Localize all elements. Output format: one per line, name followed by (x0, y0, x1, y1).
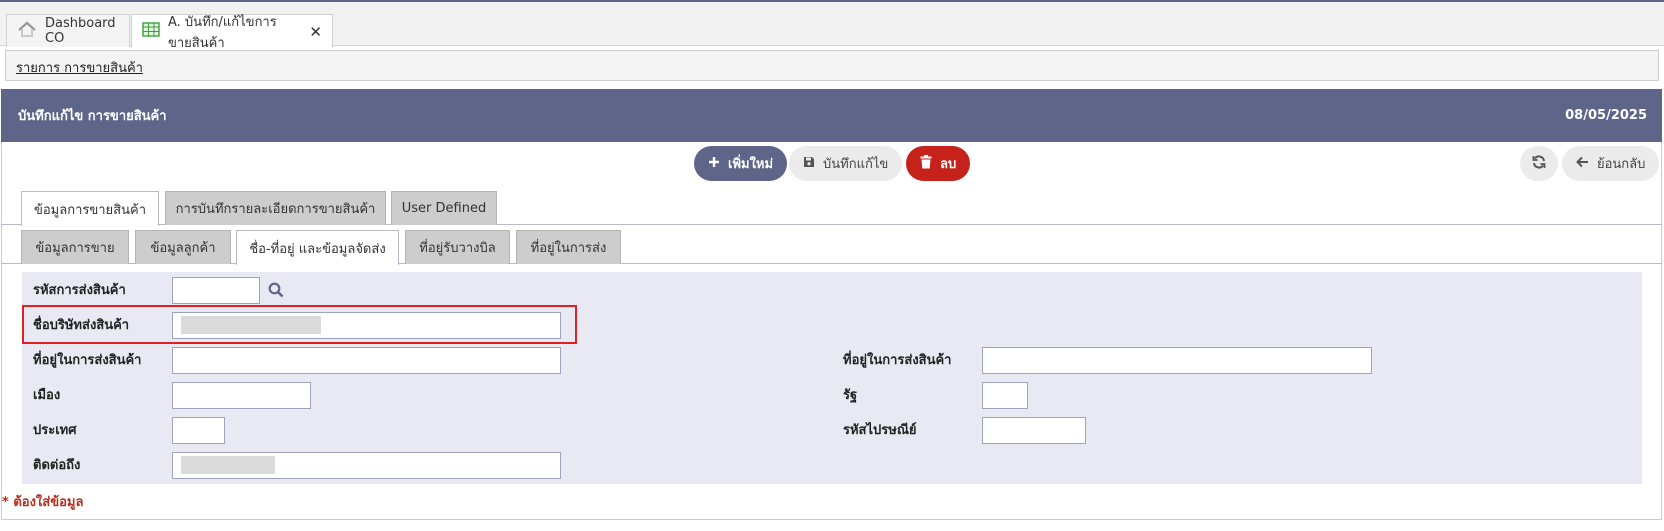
country-input[interactable] (172, 417, 225, 444)
save-edit-button[interactable]: บันทึกแก้ไข (789, 146, 903, 181)
main-tab-strip: ข้อมูลการขายสินค้า การบันทึกรายละเอียดกา… (1, 191, 1662, 226)
plus-icon (708, 156, 720, 172)
tab-sales-detail[interactable]: การบันทึกรายละเอียดการขายสินค้า (165, 191, 386, 225)
postal-code-input[interactable] (982, 417, 1086, 444)
address2-label: ที่อยู่ในการส่งสินค้า (843, 353, 952, 368)
refresh-button[interactable] (1520, 146, 1558, 181)
refresh-icon (1532, 154, 1546, 173)
redacted-value (181, 456, 275, 474)
app-tab-bar: Dashboard CO A. บันทึก/แก้ไขการขายสินค้า… (0, 2, 1664, 51)
redacted-value (181, 316, 321, 334)
state-label: รัฐ (843, 388, 858, 403)
floppy-disk-icon (803, 156, 815, 172)
back-label: ย้อนกลับ (1597, 157, 1646, 172)
tab-sales-data[interactable]: ข้อมูลการขาย (21, 230, 129, 264)
shipping-company-label: ชื่อบริษัทส่งสินค้า (33, 318, 130, 333)
tab-delivery-address[interactable]: ที่อยู่ในการส่ง (516, 230, 621, 264)
contact-label: ติดต่อถึง (33, 458, 81, 473)
address1-input[interactable] (172, 347, 561, 374)
shipping-code-input[interactable] (172, 277, 260, 304)
tab-name-address-shipping[interactable]: ชื่อ-ที่อยู่ และข้อมูลจัดส่ง (236, 230, 399, 265)
breadcrumb-link-sales-list[interactable]: รายการ การขายสินค้า (16, 61, 143, 76)
header-date: 08/05/2025 (1565, 108, 1647, 123)
arrow-left-icon (1576, 156, 1589, 172)
back-button[interactable]: ย้อนกลับ (1562, 146, 1660, 181)
breadcrumb: รายการ การขายสินค้า (5, 50, 1659, 81)
close-icon[interactable]: ✕ (309, 23, 322, 41)
shipping-code-label: รหัสการส่งสินค้า (33, 283, 126, 298)
delete-button[interactable]: ลบ (906, 146, 971, 181)
add-new-button[interactable]: เพิ่มใหม่ (694, 146, 788, 181)
tab-sales-info[interactable]: ข้อมูลการขายสินค้า (21, 191, 159, 226)
tab-dashboard-label: Dashboard CO (45, 16, 116, 46)
panel-header: บันทึกแก้ไข การขายสินค้า 08/05/2025 (1, 89, 1662, 142)
tab-sales-record-label: A. บันทึก/แก้ไขการขายสินค้า (168, 14, 277, 51)
tab-user-defined[interactable]: User Defined (391, 191, 497, 225)
city-label: เมือง (33, 388, 61, 403)
tab-billing-address[interactable]: ที่อยู่รับวางบิล (405, 230, 510, 264)
postal-code-label: รหัสไปรษณีย์ (843, 423, 917, 438)
search-icon[interactable] (268, 282, 284, 302)
address2-input[interactable] (982, 347, 1372, 374)
state-input[interactable] (982, 382, 1028, 409)
save-edit-label: บันทึกแก้ไข (823, 157, 889, 172)
add-new-label: เพิ่มใหม่ (728, 157, 774, 172)
page-title: บันทึกแก้ไข การขายสินค้า (18, 109, 167, 124)
delete-label: ลบ (940, 157, 957, 172)
address1-label: ที่อยู่ในการส่งสินค้า (33, 353, 142, 368)
required-note: * ต้องใส่ข้อมูล (2, 495, 84, 510)
home-icon (17, 21, 37, 41)
city-input[interactable] (172, 382, 311, 409)
tab-dashboard[interactable]: Dashboard CO (6, 14, 130, 47)
tab-customer-data[interactable]: ข้อมูลลูกค้า (135, 230, 231, 264)
spreadsheet-icon (142, 22, 160, 41)
tab-sales-record[interactable]: A. บันทึก/แก้ไขการขายสินค้า ✕ (131, 14, 333, 51)
sub-tab-strip: ข้อมูลการขาย ข้อมูลลูกค้า ชื่อ-ที่อยู่ แ… (1, 230, 1662, 265)
country-label: ประเทศ (33, 423, 77, 438)
trash-icon (920, 154, 932, 173)
